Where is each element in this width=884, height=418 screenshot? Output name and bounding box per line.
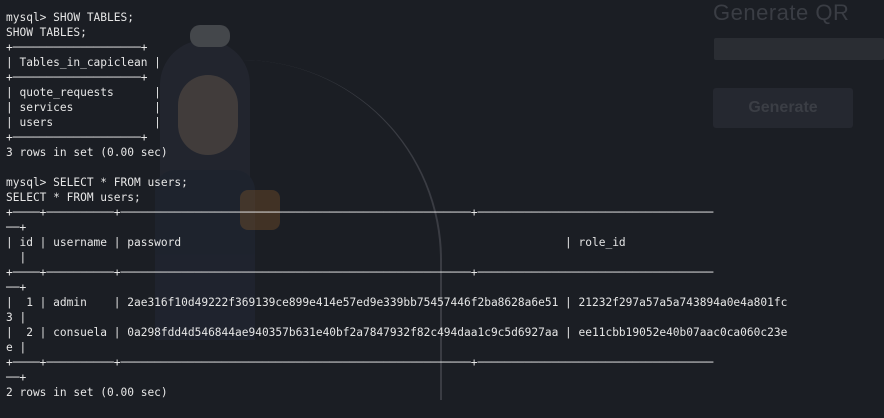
terminal-line: mysql> SHOW TABLES; (6, 11, 134, 24)
terminal-line: | quote_requests | (6, 86, 161, 99)
terminal-line: +────+──────────+───────────────────────… (6, 266, 714, 279)
terminal-line: | users | (6, 116, 161, 129)
terminal-line: 3 | (6, 311, 27, 324)
terminal-line: | Tables_in_capiclean | (6, 56, 161, 69)
terminal-line: | 2 | consuela | 0a298fdd4d546844ae94035… (6, 326, 788, 339)
terminal-line: +────+──────────+───────────────────────… (6, 356, 714, 369)
terminal-line: 2 rows in set (0.00 sec) (6, 386, 168, 399)
terminal-line: | services | (6, 101, 161, 114)
terminal-line: mysql> SELECT * FROM users; (6, 176, 188, 189)
terminal-line: +───────────────────+ (6, 131, 148, 144)
terminal-output[interactable]: mysql> SHOW TABLES; SHOW TABLES; +────────… (6, 10, 787, 400)
terminal-line: | (6, 251, 27, 264)
screen: Generate QR Generate mysql> SHOW TABLES;… (0, 0, 884, 418)
terminal-line: +───────────────────+ (6, 41, 148, 54)
terminal-line: SELECT * FROM users; (6, 191, 141, 204)
terminal-line: | id | username | password | role_id (6, 236, 626, 249)
terminal-line: +────+──────────+───────────────────────… (6, 206, 714, 219)
terminal-line: +───────────────────+ (6, 71, 148, 84)
terminal-line: 3 rows in set (0.00 sec) (6, 146, 168, 159)
terminal-line: | 1 | admin | 2ae316f10d49222f369139ce89… (6, 296, 788, 309)
terminal-line: ──+ (6, 371, 27, 384)
terminal-line: e | (6, 341, 27, 354)
terminal-line: ──+ (6, 281, 27, 294)
terminal-line: SHOW TABLES; (6, 26, 87, 39)
terminal-line: ──+ (6, 221, 27, 234)
